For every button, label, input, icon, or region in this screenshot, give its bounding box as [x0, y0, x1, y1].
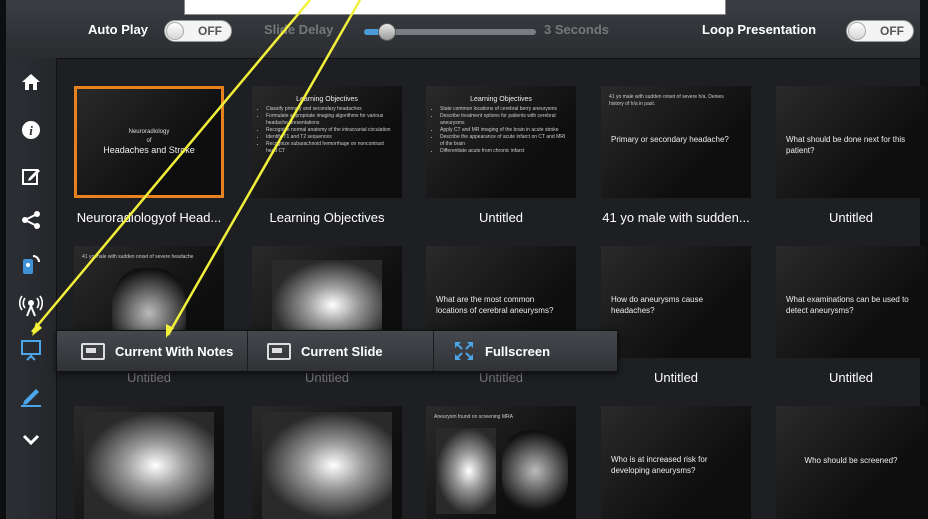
loop-presentation-state: OFF: [880, 24, 904, 38]
info-icon[interactable]: i: [19, 118, 43, 142]
slide-question: What should be done next for this patien…: [786, 135, 906, 155]
broadcast-icon[interactable]: [19, 294, 43, 318]
fullscreen-button[interactable]: Fullscreen: [439, 331, 617, 371]
slide-heading: Learning Objectives: [470, 96, 532, 103]
slide-thumbnail-11[interactable]: [74, 406, 224, 519]
slide-delay-label: Slide Delay: [264, 22, 334, 37]
presentation-options-bar: Auto Play OFF Slide Delay 3 Seconds Loop…: [6, 0, 920, 59]
slide-thumbnail-12[interactable]: [252, 406, 402, 519]
slide-caption-3: Untitled: [478, 210, 524, 225]
auto-play-toggle[interactable]: OFF: [164, 20, 232, 42]
sidebar: i: [6, 58, 57, 519]
slide-thumbnail-4[interactable]: 41 yo male with sudden onset of severe h…: [601, 86, 751, 198]
slide-thumbnail-1[interactable]: Neuroradiology of Headaches and Stroke: [74, 86, 224, 198]
slide-thumbnail-15[interactable]: Who should be screened?: [776, 406, 926, 519]
slide-thumbnail-13[interactable]: Aneurysm found on screening MRA: [426, 406, 576, 519]
mri-image: [502, 430, 568, 512]
present-icon[interactable]: [19, 338, 43, 362]
slide-caption-text: Aneurysm found on screening MRA: [434, 414, 513, 420]
slide-title-of: of: [146, 138, 152, 144]
slide-case-text: 41 yo male with sudden onset of severe h…: [609, 94, 724, 107]
slide-thumbnail-14[interactable]: Who is at increased risk for developing …: [601, 406, 751, 519]
toggle-knob: [166, 22, 184, 40]
bullet: State common locations of cerebral berry…: [440, 106, 568, 113]
divider: [247, 331, 248, 371]
toggle-knob: [848, 22, 866, 40]
bullet: Recognize subarachnoid hemorrhage on non…: [266, 141, 394, 155]
slide-thumbnail-10[interactable]: What examinations can be used to detect …: [776, 246, 926, 358]
menu-item-label: Current Slide: [301, 343, 383, 359]
bullet: Describe treatment options for patients …: [440, 113, 568, 127]
slide-question: What examinations can be used to detect …: [786, 295, 909, 315]
slide-caption-4: 41 yo male with sudden...: [602, 210, 750, 225]
menu-item-label: Fullscreen: [485, 343, 551, 359]
mra-lateral-image: [262, 412, 392, 519]
slide-title-main: Headaches and Stroke: [103, 145, 195, 155]
slide-heading: Learning Objectives: [296, 96, 358, 103]
bullet: Apply CT and MR imaging of the brain in …: [440, 127, 568, 134]
edit-icon[interactable]: [19, 164, 43, 188]
auto-play-state: OFF: [198, 24, 222, 38]
mra-image: [436, 428, 496, 514]
mra-image: [84, 412, 214, 519]
slide-caption-10: Untitled: [828, 370, 874, 385]
bullet: Describe the appearance of acute infarct…: [440, 134, 568, 148]
loop-presentation-toggle[interactable]: OFF: [846, 20, 914, 42]
slide-grid: Neuroradiology of Headaches and Stroke N…: [56, 58, 926, 519]
slide-caption-7: Untitled: [304, 370, 350, 385]
share-icon[interactable]: [19, 208, 43, 232]
auto-play-label: Auto Play: [88, 22, 148, 37]
slide-delay-value: 3 Seconds: [544, 22, 610, 37]
loop-presentation-label: Loop Presentation: [702, 22, 817, 37]
slide-thumbnail-5[interactable]: What should be done next for this patien…: [776, 86, 926, 198]
bullet: Formulate appropriate imaging algorithms…: [266, 113, 394, 127]
bullet: Differentiate acute from chronic infarct: [440, 148, 568, 155]
chevron-down-icon[interactable]: [19, 428, 43, 452]
bullet: Classify primary and secondary headaches: [266, 106, 394, 113]
slide-case-text: 41 yo male with sudden onset of severe h…: [82, 254, 194, 260]
slide-caption-8: Untitled: [478, 370, 524, 385]
home-icon[interactable]: [19, 70, 43, 94]
screen-notes-icon: [81, 342, 105, 360]
slide-question: Who is at increased risk for developing …: [611, 455, 708, 475]
slide-caption-1: Neuroradiologyof Head...: [76, 210, 222, 225]
fullscreen-icon: [453, 340, 475, 362]
menu-item-label: Current With Notes: [115, 343, 234, 359]
slide-bullets: Classify primary and secondary headaches…: [258, 106, 394, 155]
slide-delay-slider-knob[interactable]: [378, 23, 396, 41]
screen-icon: [267, 342, 291, 360]
svg-text:i: i: [29, 123, 33, 138]
notes-panel: [184, 0, 726, 15]
slide-caption-2: Learning Objectives: [269, 210, 385, 225]
current-slide-button[interactable]: Current Slide: [253, 331, 433, 371]
slide-bullets: State common locations of cerebral berry…: [432, 106, 568, 155]
pen-icon[interactable]: [19, 384, 43, 408]
slide-caption-6: Untitled: [126, 370, 172, 385]
remote-icon[interactable]: [19, 252, 43, 276]
current-with-notes-button[interactable]: Current With Notes: [67, 331, 247, 371]
divider: [433, 331, 434, 371]
present-menu: Current With Notes Current Slide Fullscr…: [56, 330, 618, 372]
bullet: Recognize normal anatomy of the intracra…: [266, 127, 394, 134]
bullet: Identify T1 and T2 sequences: [266, 134, 394, 141]
slide-title-small: Neuroradiology: [128, 129, 170, 135]
slide-question: Primary or secondary headache?: [611, 135, 729, 144]
slide-question: Who should be screened?: [804, 456, 898, 465]
slide-thumbnail-3[interactable]: Learning Objectives State common locatio…: [426, 86, 576, 198]
slide-caption-9: Untitled: [653, 370, 699, 385]
slide-thumbnail-9[interactable]: How do aneurysms cause headaches?: [601, 246, 751, 358]
slide-question: How do aneurysms cause headaches?: [611, 295, 704, 315]
slide-question: What are the most common locations of ce…: [436, 295, 554, 315]
slide-caption-5: Untitled: [828, 210, 874, 225]
slide-thumbnail-2[interactable]: Learning Objectives Classify primary and…: [252, 86, 402, 198]
